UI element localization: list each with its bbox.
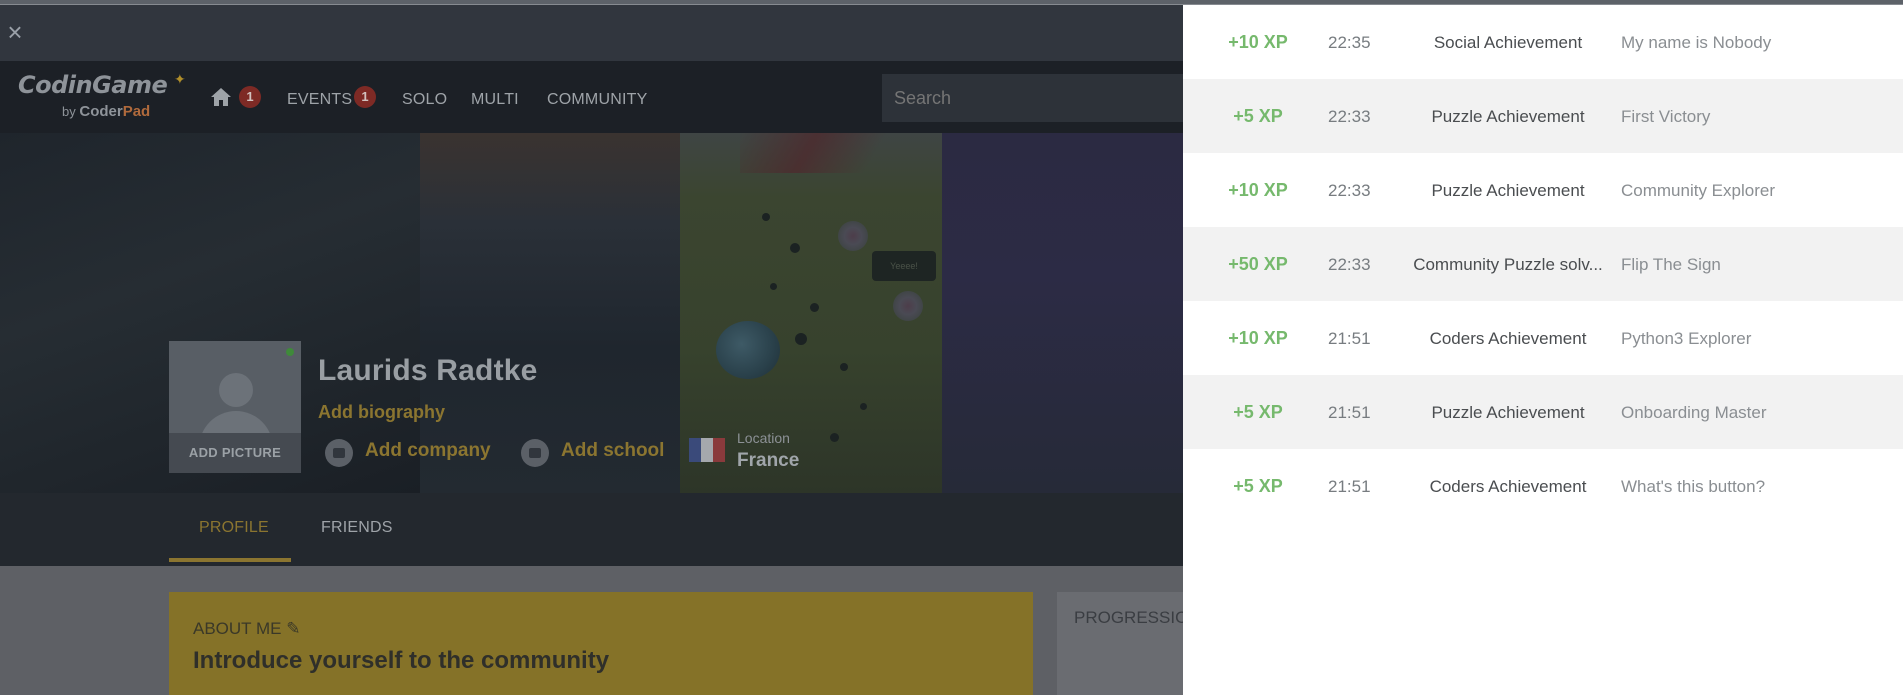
home-notification-badge: 1 xyxy=(239,86,261,108)
notification-title: What's this button? xyxy=(1621,477,1766,496)
about-me-label: ABOUT ME ✎ xyxy=(193,619,300,639)
xp-amount: +5 XP xyxy=(1233,106,1283,126)
banner-dot xyxy=(860,403,867,410)
notification-category: Social Achievement xyxy=(1433,33,1583,52)
notification-time: 21:51 xyxy=(1328,403,1371,422)
add-picture-button[interactable]: ADD PICTURE xyxy=(169,433,301,473)
profile-content-area: ABOUT ME ✎ Introduce yourself to the com… xyxy=(0,566,1183,695)
add-biography-link[interactable]: Add biography xyxy=(318,402,445,423)
logo-byline: by CoderPad xyxy=(62,103,150,120)
home-icon[interactable] xyxy=(210,87,232,107)
notification-time: 22:35 xyxy=(1328,33,1371,52)
banner-speech-bubble: Yeeee! xyxy=(872,251,936,281)
xp-notifications-panel: +10 XP 22:35 Social Achievement My name … xyxy=(1183,5,1903,695)
search-input[interactable] xyxy=(882,74,1183,122)
notification-row[interactable]: +5 XP 21:51 Coders Achievement What's th… xyxy=(1183,449,1903,523)
notification-category: Coders Achievement xyxy=(1429,477,1587,496)
banner-flower xyxy=(838,221,868,251)
progression-card: PROGRESSION xyxy=(1057,592,1183,695)
profile-name: Laurids Radtke xyxy=(318,354,538,387)
progression-label: PROGRESSION xyxy=(1074,608,1183,627)
logo-spark-icon: ✦ xyxy=(174,71,186,87)
banner-art-panel-4 xyxy=(942,133,1183,493)
notification-row[interactable]: +5 XP 21:51 Puzzle Achievement Onboardin… xyxy=(1183,375,1903,449)
about-me-card[interactable]: ABOUT ME ✎ Introduce yourself to the com… xyxy=(169,592,1033,695)
notification-time: 22:33 xyxy=(1328,181,1371,200)
nav-events[interactable]: EVENTS xyxy=(287,91,352,109)
notification-row[interactable]: +10 XP 22:33 Puzzle Achievement Communit… xyxy=(1183,153,1903,227)
online-status-dot xyxy=(286,348,294,356)
notification-title: My name is Nobody xyxy=(1621,33,1772,52)
close-icon[interactable]: × xyxy=(4,19,26,45)
events-notification-badge: 1 xyxy=(354,86,376,108)
logo-wordmark: CodinGame xyxy=(18,71,168,99)
notification-time: 21:51 xyxy=(1328,329,1371,348)
xp-amount: +10 XP xyxy=(1228,180,1288,200)
notification-row[interactable]: +10 XP 21:51 Coders Achievement Python3 … xyxy=(1183,301,1903,375)
notification-category: Puzzle Achievement xyxy=(1431,181,1585,200)
pencil-icon[interactable]: ✎ xyxy=(286,619,300,638)
banner-paint-streak xyxy=(740,133,890,173)
xp-amount: +5 XP xyxy=(1233,476,1283,496)
tab-profile[interactable]: PROFILE xyxy=(199,519,269,537)
banner-dot xyxy=(762,213,770,221)
logo-brand-coder: Coder xyxy=(79,103,123,120)
logo-brand-pad: Pad xyxy=(122,103,151,120)
codingame-app-dimmed: × CodinGame ✦ by CoderPad 1 EVENTS 1 SOL… xyxy=(0,5,1183,695)
about-me-label-text: ABOUT ME xyxy=(193,619,282,638)
add-school-link[interactable]: Add school xyxy=(561,440,664,462)
location-value: France xyxy=(737,450,800,471)
notification-title: Python3 Explorer xyxy=(1621,329,1752,348)
notification-title: First Victory xyxy=(1621,107,1711,126)
notification-title: Community Explorer xyxy=(1621,181,1775,200)
tab-friends[interactable]: FRIENDS xyxy=(321,519,393,537)
notification-row[interactable]: +5 XP 22:33 Puzzle Achievement First Vic… xyxy=(1183,79,1903,153)
banner-flower xyxy=(893,291,923,321)
xp-amount: +50 XP xyxy=(1228,254,1288,274)
france-flag-icon xyxy=(689,438,725,462)
active-tab-indicator xyxy=(169,558,291,562)
notification-row[interactable]: +10 XP 22:35 Social Achievement My name … xyxy=(1183,5,1903,79)
location-label: Location xyxy=(737,430,790,446)
banner-planet xyxy=(716,321,780,379)
notification-title: Flip The Sign xyxy=(1621,255,1721,274)
banner-dot xyxy=(770,283,777,290)
codingame-logo[interactable]: CodinGame ✦ by CoderPad xyxy=(18,71,186,120)
banner-dot xyxy=(830,433,839,442)
briefcase-icon xyxy=(325,439,353,467)
banner-art-panel-2 xyxy=(420,133,680,493)
notification-title: Onboarding Master xyxy=(1621,403,1767,422)
notification-row[interactable]: +50 XP 22:33 Community Puzzle solv... Fl… xyxy=(1183,227,1903,301)
notification-category: Coders Achievement xyxy=(1429,329,1587,348)
graduation-cap-icon xyxy=(521,439,549,467)
profile-tabs: PROFILE FRIENDS xyxy=(0,493,1183,566)
logo-by-text: by xyxy=(62,104,76,119)
about-me-prompt: Introduce yourself to the community xyxy=(193,647,610,674)
banner-dot xyxy=(790,243,800,253)
notification-category: Puzzle Achievement xyxy=(1431,107,1585,126)
notification-time: 22:33 xyxy=(1328,255,1371,274)
avatar-placeholder-head xyxy=(219,373,253,407)
xp-amount: +10 XP xyxy=(1228,328,1288,348)
xp-amount: +10 XP xyxy=(1228,32,1288,52)
nav-multi[interactable]: MULTI xyxy=(471,91,519,109)
banner-dot xyxy=(795,333,807,345)
xp-amount: +5 XP xyxy=(1233,402,1283,422)
notification-time: 21:51 xyxy=(1328,477,1371,496)
add-company-link[interactable]: Add company xyxy=(365,440,491,462)
nav-community[interactable]: COMMUNITY xyxy=(547,91,647,109)
nav-solo[interactable]: SOLO xyxy=(402,91,447,109)
notification-category: Community Puzzle solv... xyxy=(1413,255,1603,274)
notification-category: Puzzle Achievement xyxy=(1431,403,1585,422)
banner-dot xyxy=(810,303,819,312)
notification-time: 22:33 xyxy=(1328,107,1371,126)
banner-dot xyxy=(840,363,848,371)
top-navbar: CodinGame ✦ by CoderPad 1 EVENTS 1 SOLO … xyxy=(0,61,1183,133)
